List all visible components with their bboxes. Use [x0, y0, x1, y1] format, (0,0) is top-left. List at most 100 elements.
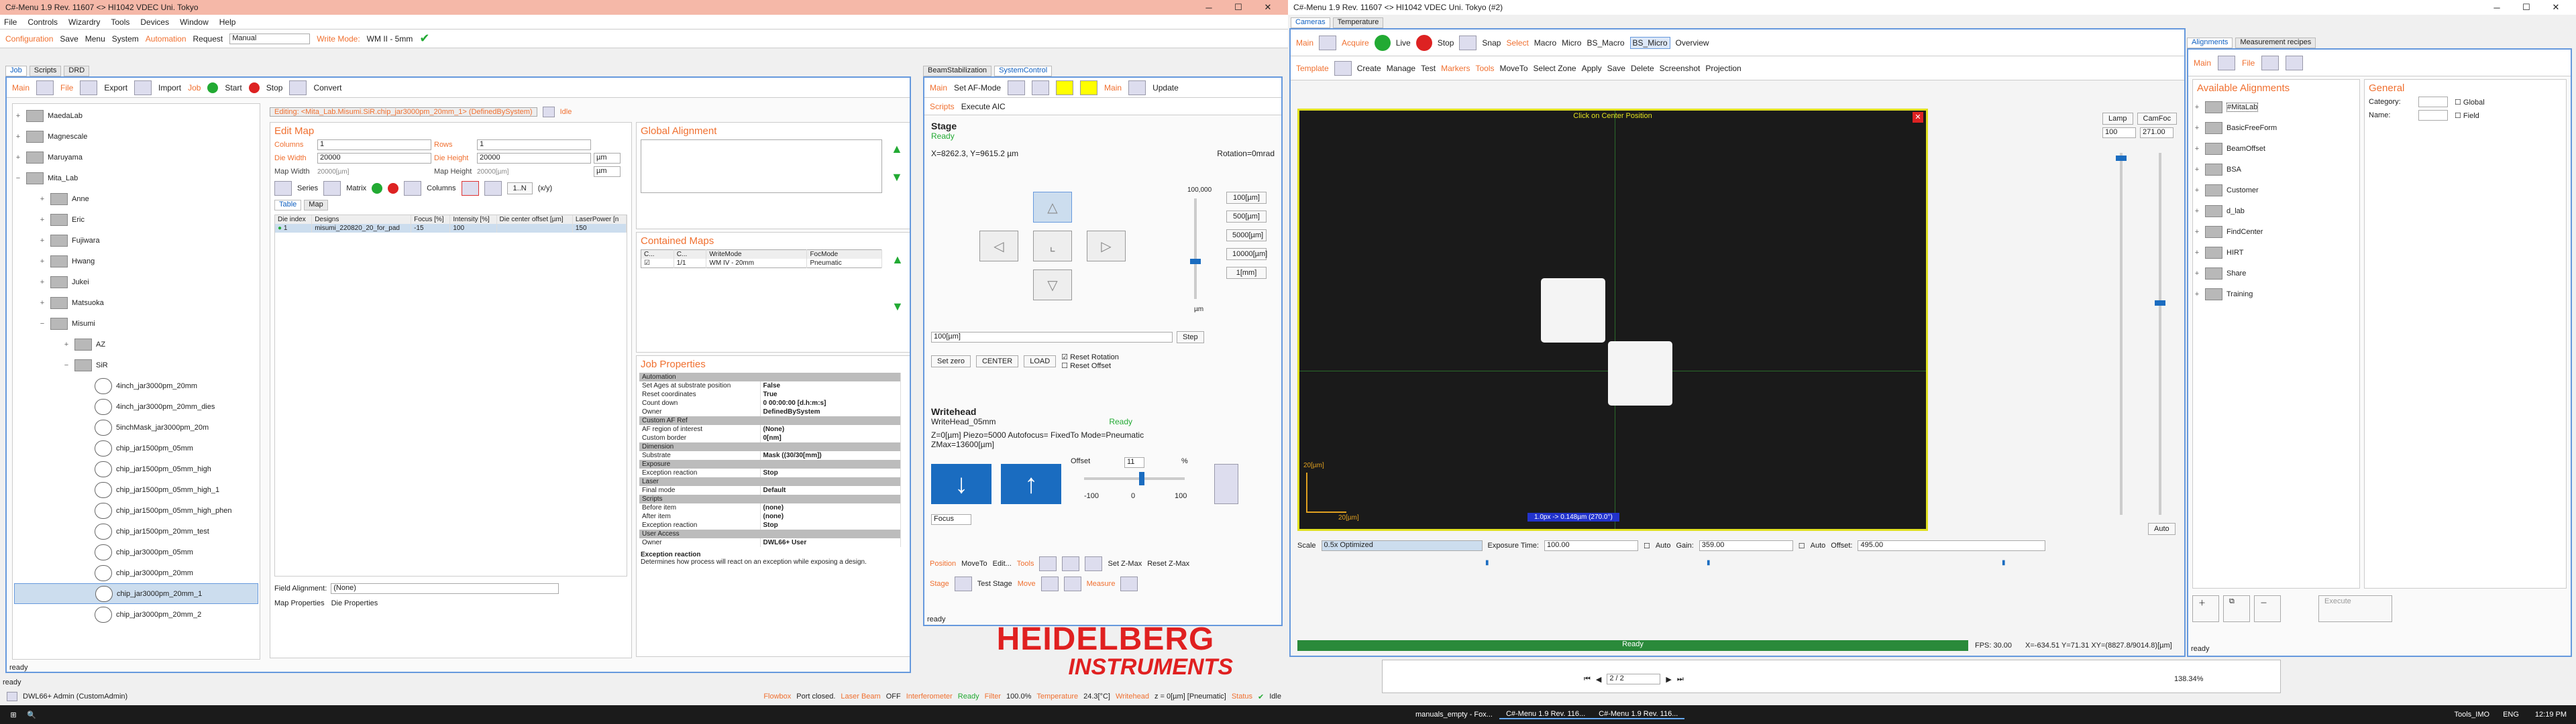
snap-icon[interactable] [1459, 35, 1477, 50]
global-down-icon[interactable]: ▼ [891, 170, 903, 184]
accept-icon[interactable] [372, 183, 383, 194]
property-value[interactable]: True [760, 390, 901, 399]
tab-scripts[interactable]: Scripts [29, 66, 62, 76]
first-page-icon[interactable]: ⏮ [1584, 675, 1591, 684]
gain-slider-thumb[interactable]: ▮ [1707, 559, 1711, 566]
property-category[interactable]: User Access [639, 530, 901, 538]
tab-job[interactable]: Job [5, 66, 27, 76]
start-button[interactable]: Start [225, 83, 241, 93]
create-button[interactable]: Create [1357, 64, 1381, 73]
matrix-button[interactable]: Matrix [346, 184, 366, 192]
micro-button[interactable]: Micro [1562, 38, 1581, 48]
expand-icon[interactable]: + [2193, 186, 2201, 194]
cancel-icon[interactable] [388, 183, 399, 194]
stop-cam-button[interactable]: Stop [1438, 38, 1454, 48]
job-main-icon[interactable] [36, 80, 54, 95]
columns-icon[interactable] [404, 181, 422, 196]
expand-icon[interactable]: + [2193, 249, 2201, 257]
tab-map-properties[interactable]: Map Properties [274, 599, 325, 607]
property-category[interactable]: Scripts [639, 495, 901, 503]
tab-system-control[interactable]: SystemControl [994, 66, 1053, 76]
tab-drd[interactable]: DRD [64, 66, 90, 76]
camfoc-slider-thumb[interactable] [2155, 300, 2165, 306]
property-category[interactable]: Dimension [639, 442, 901, 451]
move-icon[interactable] [484, 181, 502, 196]
execute-button[interactable]: Execute [2318, 595, 2392, 622]
stage-main-button[interactable]: Main [930, 83, 947, 93]
global-checkbox[interactable]: ☐ Global [2455, 98, 2515, 107]
property-row[interactable]: Owner DWL66+ User [639, 538, 901, 547]
tree-item-mita-lab[interactable]: − Mita_Lab [14, 168, 258, 188]
reset-zmax-button[interactable]: Reset Z-Max [1147, 560, 1189, 568]
property-value[interactable]: 0 00:00:00 [d.h:m:s] [760, 399, 901, 408]
category-input[interactable] [2418, 97, 2448, 107]
copy-alignment-icon[interactable]: ⧉ [2223, 595, 2250, 622]
property-value[interactable]: Mask ((30/30[mm]) [760, 451, 901, 460]
menu-file[interactable]: File [4, 17, 17, 27]
home-button[interactable]: ⌞ [1033, 231, 1072, 261]
alignment-item[interactable]: + Customer [2193, 180, 2359, 200]
offset-thumb[interactable] [1139, 472, 1144, 485]
minimize-icon[interactable]: ─ [2482, 3, 2512, 13]
lock-icon[interactable] [1214, 464, 1238, 504]
alignment-item[interactable]: + Training [2193, 284, 2359, 304]
table-row[interactable]: ● 1 misumi_220820_20_for_pad -15 100 150 [275, 224, 627, 233]
matrix-icon[interactable] [323, 181, 341, 196]
stop-button[interactable]: Stop [266, 83, 283, 93]
save-cam-button[interactable]: Save [1607, 64, 1625, 73]
tray-tools[interactable]: Tools_IMO [2447, 711, 2496, 719]
col-die-index[interactable]: Die index [275, 215, 313, 224]
expand-icon[interactable]: + [2193, 103, 2201, 111]
test-button[interactable]: Test [1421, 64, 1436, 73]
global-alignment-list[interactable] [641, 139, 882, 193]
tray-clock[interactable]: 12:19 PM [2526, 711, 2576, 719]
taskbar-item-cmenu-2[interactable]: C#-Menu 1.9 Rev. 116... [1592, 710, 1685, 719]
property-value[interactable]: (none) [760, 512, 901, 521]
field-checkbox[interactable]: ☐ Field [2455, 111, 2515, 120]
tab-map[interactable]: Map [304, 200, 328, 210]
tab-table[interactable]: Table [274, 200, 302, 210]
add-alignment-icon[interactable]: ＋ [2192, 595, 2219, 622]
row-checkbox[interactable]: ☑ [641, 259, 674, 268]
offset-slider-thumb[interactable]: ▮ [2002, 559, 2006, 566]
save-button[interactable]: Save [60, 34, 78, 44]
update-button[interactable]: Update [1152, 83, 1179, 93]
property-row[interactable]: Exception reaction Stop [639, 521, 901, 530]
center-button[interactable]: CENTER [975, 355, 1019, 367]
tree-item-job[interactable]: chip_jar1500pm_20mm_test [14, 521, 258, 542]
right-arrow-button[interactable]: ▷ [1087, 231, 1126, 261]
rows-input[interactable]: 1 [477, 139, 591, 150]
tree-item-job[interactable]: 4inch_jar3000pm_20mm [14, 375, 258, 396]
set-zero-button[interactable]: Set zero [931, 355, 971, 367]
maximize-icon[interactable]: ☐ [2512, 2, 2541, 13]
focus-down-button[interactable]: ↓ [931, 464, 991, 504]
property-row[interactable]: Count down 0 00:00:00 [d.h:m:s] [639, 399, 901, 408]
search-icon[interactable]: 🔍 [27, 711, 47, 719]
table-row[interactable]: ☑ 1/1 WM IV - 20mm Pneumatic [641, 259, 882, 268]
col-c2[interactable]: C... [674, 249, 707, 259]
up-arrow-button[interactable]: △ [1033, 192, 1072, 223]
tree-item-maedalab[interactable]: + MaedaLab [14, 105, 258, 126]
lamp-input[interactable]: 100 [2102, 127, 2136, 138]
write-mode-select[interactable]: WM II - 5mm [367, 34, 413, 44]
export-button[interactable]: Export [104, 83, 127, 93]
col-focmode[interactable]: FocMode [806, 249, 882, 259]
offset-input[interactable]: 11 [1124, 457, 1144, 468]
last-page-icon[interactable]: ⏭ [1677, 675, 1684, 684]
tray-language[interactable]: ENG [2496, 711, 2526, 719]
offset-slider[interactable] [1084, 472, 1185, 485]
focus-select[interactable]: Focus [931, 514, 971, 525]
edit-button[interactable]: Edit... [993, 560, 1012, 568]
columns-input[interactable]: 1 [317, 139, 431, 150]
unit-select[interactable]: µm [594, 153, 621, 164]
measure-icon[interactable] [1120, 577, 1138, 591]
property-value[interactable]: 0[nm] [760, 434, 901, 442]
series-icon[interactable] [274, 181, 292, 196]
property-category[interactable]: Exposure [639, 460, 901, 469]
move-icon-1[interactable] [1040, 577, 1059, 591]
down-arrow-button[interactable]: ▽ [1033, 269, 1072, 300]
col-intensity[interactable]: Intensity [%] [449, 215, 497, 224]
gain-input[interactable]: 359.00 [1699, 540, 1793, 551]
move-icon-2[interactable] [1063, 577, 1081, 591]
tab-beam-stabilization[interactable]: BeamStabilization [923, 66, 992, 76]
